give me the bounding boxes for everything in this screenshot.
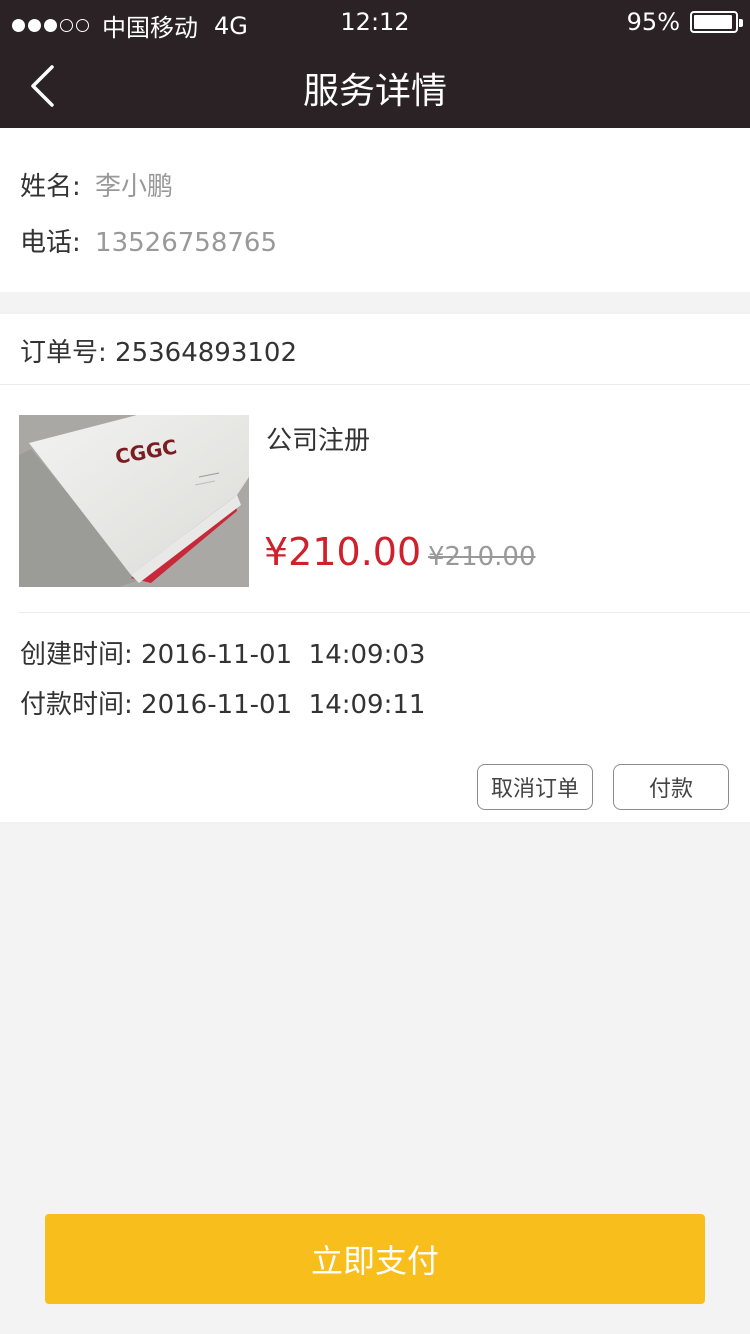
created-time-row: 创建时间: 2016-11-01 14:09:03 xyxy=(20,634,425,671)
order-number-row: 订单号: 25364893102 xyxy=(20,332,297,369)
order-number-label: 订单号: xyxy=(20,338,107,368)
status-bar: 中国移动 4G 12:12 95% xyxy=(0,0,750,44)
divider xyxy=(0,384,750,385)
created-time-label: 创建时间: xyxy=(20,640,133,670)
paid-time-label: 付款时间: xyxy=(20,690,133,720)
product-image[interactable]: CGGC xyxy=(19,415,249,587)
status-right: 95% xyxy=(626,8,743,36)
order-number-value: 25364893102 xyxy=(115,338,297,368)
name-value: 李小鹏 xyxy=(95,172,174,202)
pay-now-button[interactable]: 立即支付 xyxy=(45,1214,705,1304)
contact-info-card: 姓名: 李小鹏 电话: 13526758765 xyxy=(0,128,750,292)
page-title: 服务详情 xyxy=(302,71,447,112)
battery-percent: 95% xyxy=(626,8,680,36)
created-time-value: 2016-11-01 14:09:03 xyxy=(141,640,426,670)
top-bar: 中国移动 4G 12:12 95% 服务详情 xyxy=(0,0,750,128)
paid-time-value: 2016-11-01 14:09:11 xyxy=(141,690,426,720)
product-original-price: ¥210.00 xyxy=(428,542,536,572)
name-row: 姓名: 李小鹏 xyxy=(20,166,173,203)
battery-fill xyxy=(694,15,732,29)
battery-cap xyxy=(739,19,743,27)
battery-icon xyxy=(690,11,743,33)
product-price: ¥210.00 xyxy=(264,530,422,574)
phone-value: 13526758765 xyxy=(95,228,277,258)
nav-bar: 服务详情 xyxy=(0,44,750,128)
order-card: 订单号: 25364893102 CGGC 公司注册 ¥210.00 ¥210.… xyxy=(0,314,750,822)
phone-label: 电话: xyxy=(20,228,81,258)
pay-button[interactable]: 付款 xyxy=(613,764,729,810)
product-image-art: CGGC xyxy=(19,415,249,587)
product-name: 公司注册 xyxy=(266,426,371,456)
paid-time-row: 付款时间: 2016-11-01 14:09:11 xyxy=(20,684,425,721)
divider xyxy=(18,612,750,613)
cancel-order-button[interactable]: 取消订单 xyxy=(477,764,593,810)
name-label: 姓名: xyxy=(20,172,81,202)
phone-row: 电话: 13526758765 xyxy=(20,222,277,259)
